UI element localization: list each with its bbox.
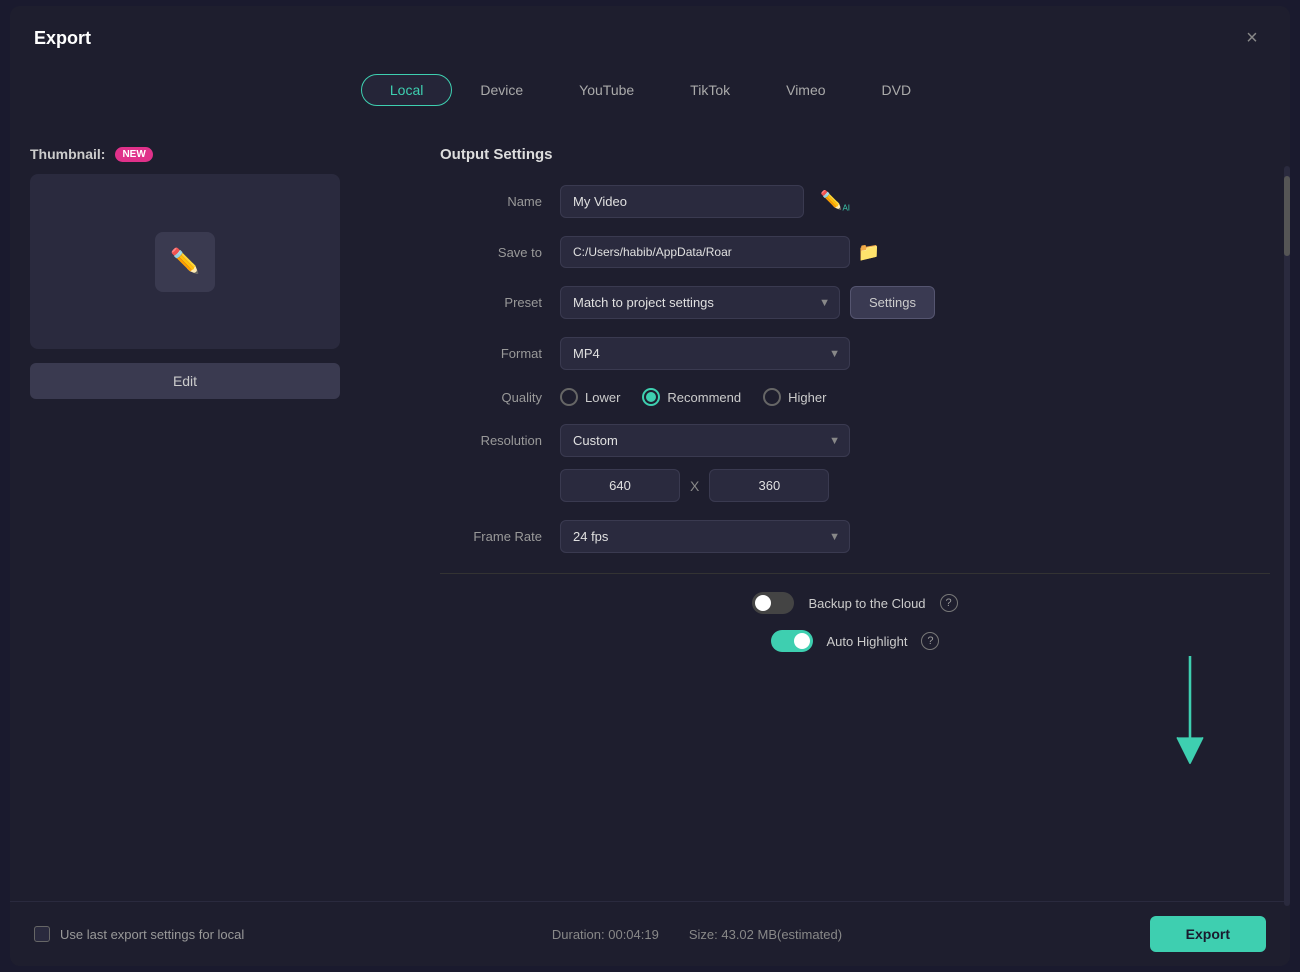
preset-control: Match to project settings ▼ Settings	[560, 286, 935, 319]
export-button[interactable]: Export	[1150, 916, 1266, 952]
save-to-row: Save to 📁	[440, 236, 1270, 268]
content-area: Thumbnail: NEW ✏️ Edit Output Settings N…	[10, 120, 1290, 901]
name-control: ✏️AI	[560, 185, 850, 218]
title-bar: Export ×	[10, 6, 1290, 66]
divider	[440, 573, 1270, 574]
footer-left: Use last export settings for local	[34, 926, 244, 942]
tab-youtube[interactable]: YouTube	[551, 75, 662, 105]
save-to-label: Save to	[440, 245, 560, 260]
edit-thumbnail-button[interactable]: Edit	[30, 363, 340, 399]
auto-highlight-row: Auto Highlight ?	[440, 630, 1270, 652]
save-to-control: 📁	[560, 236, 880, 268]
save-to-input[interactable]	[560, 236, 850, 268]
resolution-inputs: X	[560, 469, 829, 502]
footer-center: Duration: 00:04:19 Size: 43.02 MB(estima…	[552, 927, 842, 942]
frame-rate-select[interactable]: 24 fps 30 fps 60 fps	[560, 520, 850, 553]
quality-higher[interactable]: Higher	[763, 388, 826, 406]
tab-local[interactable]: Local	[361, 74, 452, 106]
name-row: Name ✏️AI	[440, 185, 1270, 218]
resolution-width-input[interactable]	[560, 469, 680, 502]
tabs-bar: Local Device YouTube TikTok Vimeo DVD	[10, 66, 1290, 120]
format-row: Format MP4 MOV AVI MKV ▼	[440, 337, 1270, 370]
scrollbar-thumb	[1284, 176, 1290, 256]
resolution-label: Resolution	[440, 433, 560, 448]
new-badge: NEW	[115, 147, 152, 162]
radio-recommend-circle	[642, 388, 660, 406]
pencil-icon: ✏️	[170, 247, 200, 276]
resolution-select[interactable]: Custom 1920x1080 1280x720 854x480	[560, 424, 850, 457]
footer: Use last export settings for local Durat…	[10, 901, 1290, 966]
name-input[interactable]	[560, 185, 804, 218]
quality-radio-group: Lower Recommend Higher	[560, 388, 826, 406]
teal-arrow-icon	[1170, 656, 1210, 776]
auto-highlight-label: Auto Highlight	[827, 634, 908, 649]
quality-higher-label: Higher	[788, 390, 826, 405]
thumbnail-preview: ✏️	[30, 174, 340, 349]
size-label: Size: 43.02 MB(estimated)	[689, 927, 842, 942]
quality-recommend[interactable]: Recommend	[642, 388, 741, 406]
x-separator: X	[690, 478, 699, 494]
frame-rate-label: Frame Rate	[440, 529, 560, 544]
quality-recommend-label: Recommend	[667, 390, 741, 405]
frame-rate-row: Frame Rate 24 fps 30 fps 60 fps ▼	[440, 520, 1270, 553]
quality-lower-label: Lower	[585, 390, 620, 405]
backup-cloud-row: Backup to the Cloud ?	[440, 592, 1270, 614]
format-select-wrapper: MP4 MOV AVI MKV ▼	[560, 337, 850, 370]
toggle-thumb-highlight	[794, 633, 810, 649]
radio-lower-circle	[560, 388, 578, 406]
thumbnail-icon-box: ✏️	[155, 232, 215, 292]
radio-higher-circle	[763, 388, 781, 406]
tab-dvd[interactable]: DVD	[854, 75, 940, 105]
tab-vimeo[interactable]: Vimeo	[758, 75, 853, 105]
quality-label: Quality	[440, 390, 560, 405]
last-settings-label: Use last export settings for local	[60, 927, 244, 942]
dialog-title: Export	[34, 28, 91, 49]
preset-select-wrapper: Match to project settings ▼	[560, 286, 840, 319]
scrollbar[interactable]	[1284, 166, 1290, 906]
output-settings-title: Output Settings	[440, 146, 1270, 163]
toggle-thumb-backup	[755, 595, 771, 611]
resolution-main: Resolution Custom 1920x1080 1280x720 854…	[440, 424, 1270, 457]
ai-icon[interactable]: ✏️AI	[820, 190, 850, 213]
right-panel: Output Settings Name ✏️AI Save to 📁 Pr	[430, 130, 1270, 901]
left-panel: Thumbnail: NEW ✏️ Edit	[30, 130, 410, 901]
format-select[interactable]: MP4 MOV AVI MKV	[560, 337, 850, 370]
last-settings-checkbox[interactable]	[34, 926, 50, 942]
thumbnail-label: Thumbnail: NEW	[30, 146, 410, 162]
close-button[interactable]: ×	[1238, 24, 1266, 52]
backup-cloud-toggle[interactable]	[752, 592, 794, 614]
auto-highlight-toggle[interactable]	[771, 630, 813, 652]
preset-label: Preset	[440, 295, 560, 310]
tab-tiktok[interactable]: TikTok	[662, 75, 758, 105]
tab-device[interactable]: Device	[452, 75, 551, 105]
settings-button[interactable]: Settings	[850, 286, 935, 319]
format-label: Format	[440, 346, 560, 361]
name-label: Name	[440, 194, 560, 209]
duration-label: Duration: 00:04:19	[552, 927, 659, 942]
resolution-select-wrapper: Custom 1920x1080 1280x720 854x480 ▼	[560, 424, 850, 457]
quality-row: Quality Lower Recommend Higher	[440, 388, 1270, 406]
backup-cloud-help-icon[interactable]: ?	[940, 594, 958, 612]
auto-highlight-help-icon[interactable]: ?	[921, 632, 939, 650]
frame-rate-select-wrapper: 24 fps 30 fps 60 fps ▼	[560, 520, 850, 553]
preset-select[interactable]: Match to project settings	[560, 286, 840, 319]
folder-button[interactable]: 📁	[858, 242, 880, 263]
resolution-row: Resolution Custom 1920x1080 1280x720 854…	[440, 424, 1270, 502]
export-dialog: Export × Local Device YouTube TikTok Vim…	[10, 6, 1290, 966]
backup-cloud-label: Backup to the Cloud	[808, 596, 925, 611]
preset-row: Preset Match to project settings ▼ Setti…	[440, 286, 1270, 319]
quality-lower[interactable]: Lower	[560, 388, 620, 406]
teal-arrow-container	[1170, 656, 1210, 781]
resolution-height-input[interactable]	[709, 469, 829, 502]
